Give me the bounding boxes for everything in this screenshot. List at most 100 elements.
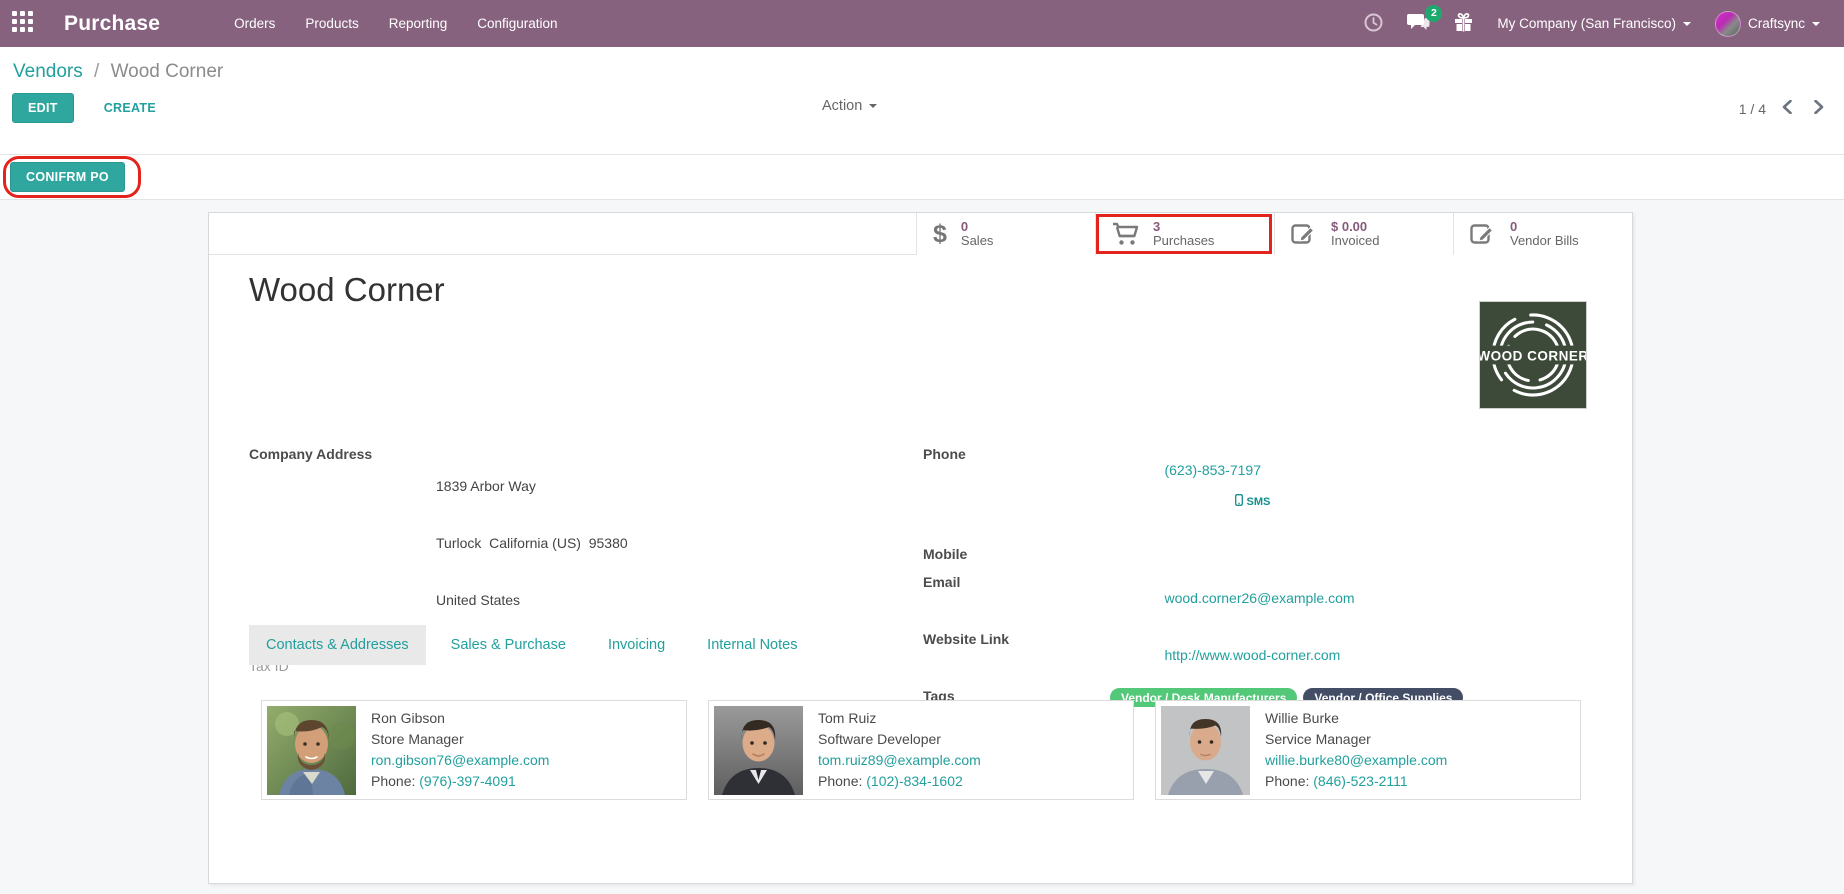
stat-invoiced-button[interactable]: $ 0.00 Invoiced xyxy=(1274,213,1453,255)
chevron-down-icon xyxy=(1683,22,1691,26)
pager-value: 1 / 4 xyxy=(1739,101,1766,117)
contact-info: Tom Ruiz Software Developer tom.ruiz89@e… xyxy=(803,706,981,794)
confirm-po-wrapper: CONIFRM PO xyxy=(10,162,125,192)
website-link[interactable]: http://www.wood-corner.com xyxy=(1164,647,1340,663)
contact-phone-label: Phone: xyxy=(818,773,862,789)
contact-email-link[interactable]: willie.burke80@example.com xyxy=(1265,752,1447,768)
messages-button[interactable]: 2 xyxy=(1397,7,1440,41)
avatar xyxy=(714,706,803,795)
vendor-logo-image[interactable]: WOOD CORNER xyxy=(1479,301,1587,409)
user-name: Craftsync xyxy=(1748,16,1805,31)
email-link[interactable]: wood.corner26@example.com xyxy=(1164,590,1354,606)
contact-role: Store Manager xyxy=(371,729,549,750)
chevron-down-icon xyxy=(1812,22,1820,26)
chevron-right-icon xyxy=(1814,102,1824,117)
page: Purchase Orders Products Reporting Confi… xyxy=(0,0,1844,894)
menu-reporting[interactable]: Reporting xyxy=(377,9,460,38)
vendor-fields: Company Address 1839 Arbor Way Turlock C… xyxy=(249,446,1592,716)
company-address-label: Company Address xyxy=(249,446,436,649)
control-panel: Vendors / Wood Corner EDIT CREATE Action… xyxy=(0,47,1844,155)
address-country: United States xyxy=(436,592,628,608)
phone-row: Phone (623)-853-7197 SMS xyxy=(923,446,1592,537)
create-button[interactable]: CREATE xyxy=(94,94,166,122)
menu-configuration[interactable]: Configuration xyxy=(465,9,569,38)
purchases-label: Purchases xyxy=(1153,234,1214,248)
contact-card-willie-burke[interactable]: Willie Burke Service Manager willie.burk… xyxy=(1155,700,1581,800)
contact-phone-link[interactable]: (846)-523-2111 xyxy=(1313,773,1407,789)
action-dropdown[interactable]: Action xyxy=(822,98,877,114)
email-value: wood.corner26@example.com xyxy=(1110,574,1355,622)
chevron-left-icon xyxy=(1782,102,1792,117)
sales-label: Sales xyxy=(961,234,994,248)
contact-card-ron-gibson[interactable]: Ron Gibson Store Manager ron.gibson76@ex… xyxy=(261,700,687,800)
contact-phone-label: Phone: xyxy=(371,773,415,789)
website-label: Website Link xyxy=(923,631,1110,679)
menu-orders[interactable]: Orders xyxy=(222,9,287,38)
mobile-row: Mobile xyxy=(923,546,1592,565)
stat-vendor-bills-button[interactable]: 0 Vendor Bills xyxy=(1453,213,1632,255)
fields-left-column: Company Address 1839 Arbor Way Turlock C… xyxy=(249,446,923,716)
shopping-cart-icon xyxy=(1112,222,1139,246)
fields-right-column: Phone (623)-853-7197 SMS xyxy=(923,446,1592,716)
breadcrumb-separator: / xyxy=(94,61,99,82)
navbar-menus: Orders Products Reporting Configuration xyxy=(222,9,569,38)
contact-info: Ron Gibson Store Manager ron.gibson76@ex… xyxy=(356,706,549,794)
tab-contacts-addresses[interactable]: Contacts & Addresses xyxy=(249,625,426,665)
breadcrumb-current: Wood Corner xyxy=(111,61,224,82)
phone-link[interactable]: (623)-853-7197 xyxy=(1164,462,1261,478)
apps-menu-button[interactable] xyxy=(0,0,46,47)
pager-previous-button[interactable] xyxy=(1776,96,1798,121)
pager-next-button[interactable] xyxy=(1808,96,1830,121)
contact-email-link[interactable]: ron.gibson76@example.com xyxy=(371,752,549,768)
messages-count-badge: 2 xyxy=(1425,5,1442,22)
edit-pencil-icon xyxy=(1291,222,1317,246)
tab-invoicing[interactable]: Invoicing xyxy=(591,625,682,665)
action-label: Action xyxy=(822,98,862,114)
sms-label: SMS xyxy=(1246,496,1270,508)
company-name: My Company (San Francisco) xyxy=(1497,16,1676,31)
top-navbar: Purchase Orders Products Reporting Confi… xyxy=(0,0,1844,47)
stat-purchases-button[interactable]: 3 Purchases xyxy=(1095,213,1274,255)
contact-card-tom-ruiz[interactable]: Tom Ruiz Software Developer tom.ruiz89@e… xyxy=(708,700,1134,800)
company-address-row: Company Address 1839 Arbor Way Turlock C… xyxy=(249,446,923,649)
activities-button[interactable] xyxy=(1354,7,1393,41)
email-row: Email wood.corner26@example.com xyxy=(923,574,1592,622)
invoiced-amount: $ 0.00 xyxy=(1331,220,1379,234)
apps-grid-icon xyxy=(12,11,34,36)
chevron-down-icon xyxy=(869,104,877,108)
navbar-right: 2 My Company (San Francisco) xyxy=(1354,5,1844,43)
gift-button[interactable] xyxy=(1444,7,1483,41)
user-menu[interactable]: Craftsync xyxy=(1705,5,1830,43)
contact-name: Ron Gibson xyxy=(371,708,549,729)
navbar-left: Purchase Orders Products Reporting Confi… xyxy=(0,0,570,47)
company-switcher[interactable]: My Company (San Francisco) xyxy=(1487,10,1701,37)
record-buttons: EDIT CREATE xyxy=(12,93,166,123)
avatar xyxy=(1161,706,1250,795)
gift-icon xyxy=(1454,13,1473,35)
website-row: Website Link http://www.wood-corner.com xyxy=(923,631,1592,679)
phone-value: (623)-853-7197 SMS xyxy=(1110,446,1270,537)
purchases-count: 3 xyxy=(1153,220,1214,234)
clock-icon xyxy=(1364,13,1383,35)
stat-button-row: $ 0 Sales xyxy=(209,213,1632,255)
breadcrumb-vendors-link[interactable]: Vendors xyxy=(13,61,83,82)
address-city-state-zip: Turlock California (US) 95380 xyxy=(436,535,628,551)
dollar-icon: $ xyxy=(933,222,947,247)
contact-role: Service Manager xyxy=(1265,729,1447,750)
contact-phone-link[interactable]: (102)-834-1602 xyxy=(866,773,963,789)
phone-label: Phone xyxy=(923,446,1110,537)
statusbar: CONIFRM PO xyxy=(0,155,1844,200)
vendor-name-title: Wood Corner xyxy=(249,271,445,309)
contact-role: Software Developer xyxy=(818,729,981,750)
menu-products[interactable]: Products xyxy=(293,9,370,38)
tab-sales-purchase[interactable]: Sales & Purchase xyxy=(434,625,583,665)
contact-phone-link[interactable]: (976)-397-4091 xyxy=(419,773,516,789)
contact-email-link[interactable]: tom.ruiz89@example.com xyxy=(818,752,981,768)
sms-button[interactable]: SMS xyxy=(1180,482,1270,521)
edit-button[interactable]: EDIT xyxy=(12,93,74,123)
email-label: Email xyxy=(923,574,1110,622)
breadcrumb: Vendors / Wood Corner xyxy=(0,47,1844,83)
confirm-po-button[interactable]: CONIFRM PO xyxy=(10,162,125,192)
tab-internal-notes[interactable]: Internal Notes xyxy=(690,625,814,665)
stat-sales-button[interactable]: $ 0 Sales xyxy=(916,213,1095,255)
